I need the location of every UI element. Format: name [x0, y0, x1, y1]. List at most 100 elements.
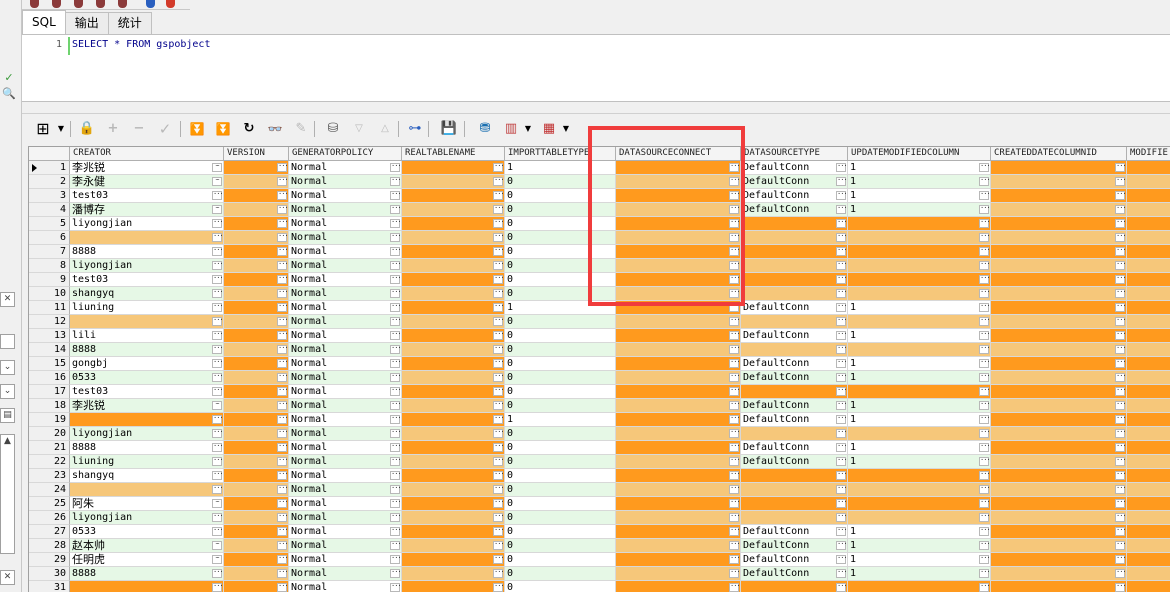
cell-version[interactable]: ··· — [224, 385, 289, 399]
cell-modifie[interactable]: ··· — [1127, 525, 1170, 539]
cell-importtabletype[interactable]: 0 — [505, 217, 616, 231]
cell-ellipsis-button[interactable]: ··· — [212, 303, 223, 312]
cell-createddatecolumnid[interactable]: ··· — [991, 525, 1127, 539]
cell-createddatecolumnid[interactable]: ··· — [991, 567, 1127, 581]
cell-ellipsis-button[interactable]: ··· — [979, 443, 990, 452]
cell-createddatecolumnid[interactable]: ··· — [991, 385, 1127, 399]
cell-generatorpolicy[interactable]: Normal ··· — [289, 231, 402, 245]
cell-generatorpolicy[interactable]: Normal ··· — [289, 357, 402, 371]
cell-ellipsis-button[interactable]: ··· — [212, 191, 223, 200]
cell-ellipsis-button[interactable]: ··· — [979, 415, 990, 424]
cell-generatorpolicy[interactable]: Normal ··· — [289, 245, 402, 259]
cell-ellipsis-button[interactable]: ··· — [836, 583, 847, 592]
cell-datasourceconnect[interactable]: ··· — [616, 357, 741, 371]
cell-realtablename[interactable]: ··· — [402, 525, 505, 539]
cell-ellipsis-button[interactable]: ··· — [493, 219, 504, 228]
row-number[interactable]: 19 — [29, 413, 70, 427]
cell-creator[interactable]: 阿朱 ··· — [70, 497, 224, 511]
export-icon[interactable]: ⛃ — [476, 120, 494, 138]
cell-ellipsis-button[interactable]: ··· — [493, 583, 504, 592]
cell-ellipsis-button[interactable]: ··· — [493, 415, 504, 424]
cell-modifie[interactable]: ··· — [1127, 259, 1170, 273]
cell-importtabletype[interactable]: 0 — [505, 259, 616, 273]
single-record-icon[interactable]: ▦ — [540, 120, 558, 138]
cell-ellipsis-button[interactable]: ··· — [390, 471, 401, 480]
cell-ellipsis-button[interactable]: ··· — [277, 443, 288, 452]
cell-generatorpolicy[interactable]: Normal ··· — [289, 413, 402, 427]
cell-ellipsis-button[interactable]: ··· — [1115, 177, 1126, 186]
cell-ellipsis-button[interactable]: ··· — [277, 331, 288, 340]
fetch-next-icon[interactable]: ⏬ — [188, 120, 206, 138]
cell-modifie[interactable]: ··· — [1127, 539, 1170, 553]
row-number[interactable]: 28 — [29, 539, 70, 553]
cell-realtablename[interactable]: ··· — [402, 301, 505, 315]
cell-datasourceconnect[interactable]: ··· — [616, 385, 741, 399]
sql-text[interactable]: SELECT * FROM gspobject — [72, 39, 210, 50]
cell-modifie[interactable]: ··· — [1127, 483, 1170, 497]
cell-ellipsis-button[interactable]: ··· — [277, 401, 288, 410]
cell-realtablename[interactable]: ··· — [402, 385, 505, 399]
row-number[interactable]: 2 — [29, 175, 70, 189]
cell-realtablename[interactable]: ··· — [402, 581, 505, 592]
cell-updatemodifiedcolumn[interactable]: ··· — [848, 497, 991, 511]
cell-importtabletype[interactable]: 0 — [505, 469, 616, 483]
cell-ellipsis-button[interactable]: ··· — [277, 415, 288, 424]
cell-importtabletype[interactable]: 0 — [505, 245, 616, 259]
cell-updatemodifiedcolumn[interactable]: 1 ··· — [848, 399, 991, 413]
cell-ellipsis-button[interactable]: ··· — [836, 177, 847, 186]
cell-updatemodifiedcolumn[interactable]: ··· — [848, 469, 991, 483]
cell-creator[interactable]: 潘博存 ··· — [70, 203, 224, 217]
cell-datasourcetype[interactable]: DefaultConn ··· — [741, 539, 848, 553]
cell-modifie[interactable]: ··· — [1127, 343, 1170, 357]
cell-realtablename[interactable]: ··· — [402, 497, 505, 511]
cell-ellipsis-button[interactable]: ··· — [836, 415, 847, 424]
add-record-icon[interactable]: + — [104, 120, 122, 138]
cell-ellipsis-button[interactable]: ··· — [729, 261, 740, 270]
cell-realtablename[interactable]: ··· — [402, 427, 505, 441]
cell-ellipsis-button[interactable]: ··· — [979, 387, 990, 396]
cell-ellipsis-button[interactable]: ··· — [729, 443, 740, 452]
cell-version[interactable]: ··· — [224, 497, 289, 511]
cell-ellipsis-button[interactable]: ··· — [729, 415, 740, 424]
pane-splitter[interactable] — [22, 102, 1170, 114]
cell-importtabletype[interactable]: 1 — [505, 301, 616, 315]
cell-ellipsis-button[interactable]: ··· — [390, 569, 401, 578]
cell-ellipsis-button[interactable]: ··· — [979, 373, 990, 382]
cell-creator[interactable]: liuning ··· — [70, 301, 224, 315]
cell-creator[interactable]: 李永健 ··· — [70, 175, 224, 189]
cell-createddatecolumnid[interactable]: ··· — [991, 189, 1127, 203]
cell-ellipsis-button[interactable]: ··· — [1115, 331, 1126, 340]
cell-creator[interactable]: liyongjian ··· — [70, 427, 224, 441]
cell-ellipsis-button[interactable]: ··· — [212, 261, 223, 270]
cell-ellipsis-button[interactable]: ··· — [390, 219, 401, 228]
cell-realtablename[interactable]: ··· — [402, 273, 505, 287]
cell-createddatecolumnid[interactable]: ··· — [991, 581, 1127, 592]
cell-ellipsis-button[interactable]: ··· — [277, 471, 288, 480]
toolbar-icon[interactable] — [118, 0, 127, 8]
cell-realtablename[interactable]: ··· — [402, 217, 505, 231]
cell-ellipsis-button[interactable]: ··· — [729, 457, 740, 466]
cell-ellipsis-button[interactable]: ··· — [1115, 345, 1126, 354]
cell-importtabletype[interactable]: 1 — [505, 161, 616, 175]
column-header-importtabletype[interactable]: IMPORTTABLETYPE — [505, 147, 616, 161]
cell-datasourceconnect[interactable]: ··· — [616, 231, 741, 245]
cell-ellipsis-button[interactable]: ··· — [979, 457, 990, 466]
cell-ellipsis-button[interactable]: ··· — [1115, 443, 1126, 452]
row-number[interactable]: 22 — [29, 455, 70, 469]
cell-ellipsis-button[interactable]: ··· — [212, 373, 223, 382]
cell-ellipsis-button[interactable]: ··· — [1115, 429, 1126, 438]
cell-ellipsis-button[interactable]: ··· — [212, 457, 223, 466]
row-number[interactable]: 4 — [29, 203, 70, 217]
cell-importtabletype[interactable]: 0 — [505, 273, 616, 287]
cell-updatemodifiedcolumn[interactable]: 1 ··· — [848, 539, 991, 553]
cell-ellipsis-button[interactable]: ··· — [1115, 289, 1126, 298]
cell-realtablename[interactable]: ··· — [402, 175, 505, 189]
cell-ellipsis-button[interactable]: ··· — [1115, 219, 1126, 228]
cell-modifie[interactable]: ··· — [1127, 455, 1170, 469]
cell-datasourcetype[interactable]: DefaultConn ··· — [741, 413, 848, 427]
cell-generatorpolicy[interactable]: Normal ··· — [289, 189, 402, 203]
cell-ellipsis-button[interactable]: ··· — [493, 177, 504, 186]
previous-icon[interactable]: △ — [376, 120, 394, 138]
search-icon[interactable]: 🔍 — [1, 86, 17, 102]
cell-createddatecolumnid[interactable]: ··· — [991, 273, 1127, 287]
